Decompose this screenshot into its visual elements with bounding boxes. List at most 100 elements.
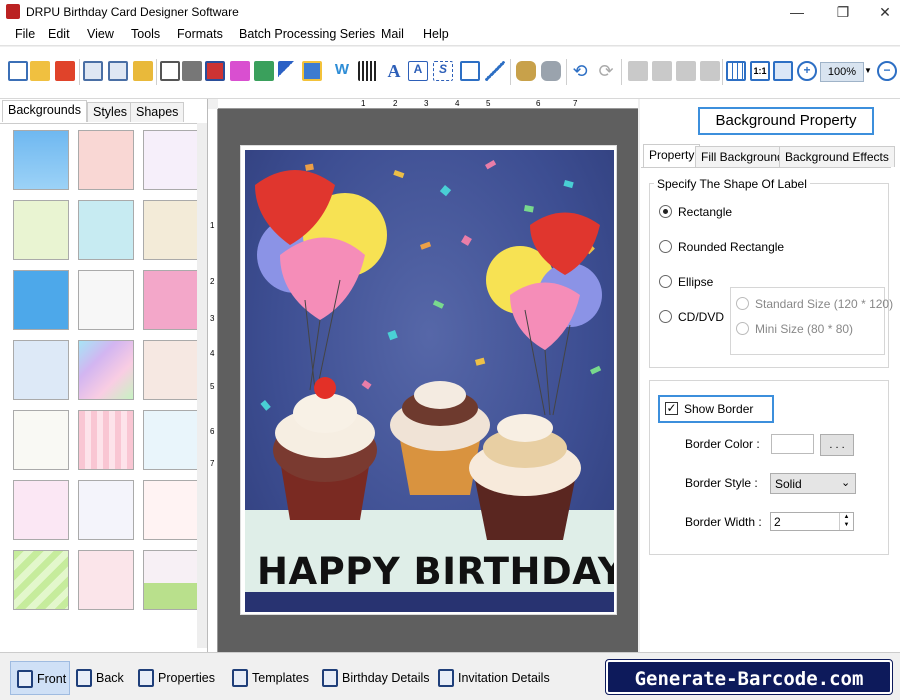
copy-icon[interactable] (652, 61, 672, 81)
templates-button[interactable]: Templates (226, 661, 310, 695)
menu-batch-processing[interactable]: Batch Processing Series (239, 27, 375, 41)
properties-button[interactable]: Properties (132, 661, 220, 695)
symbol-icon[interactable]: S (433, 61, 453, 81)
menu-mail[interactable]: Mail (381, 27, 404, 41)
thumbnail-pink-flowers[interactable] (143, 270, 199, 330)
birthday-details-button[interactable]: Birthday Details (316, 661, 430, 695)
line-icon[interactable] (485, 61, 505, 81)
thumbnail-happy-birthday[interactable] (13, 410, 69, 470)
tab-fill-background[interactable]: Fill Background (695, 146, 790, 167)
thumbnail-scrollbar[interactable] (197, 123, 207, 648)
radio-cd-dvd-label: CD/DVD (678, 310, 725, 324)
zoom-select[interactable]: 100% (820, 62, 864, 82)
gift-icon[interactable] (230, 61, 250, 81)
thumbnail-hearts[interactable] (13, 480, 69, 540)
thumbnail-green-stripes[interactable] (13, 550, 69, 610)
menu-file[interactable]: File (15, 27, 35, 41)
border-width-stepper[interactable]: 2 ▲ ▼ (770, 512, 854, 531)
insert-image-icon[interactable] (254, 61, 274, 81)
radio-rectangle[interactable] (659, 205, 672, 218)
radio-rounded-rectangle-label: Rounded Rectangle (678, 240, 785, 254)
thumbnail-flowers[interactable] (13, 200, 69, 260)
thumbnail-bear[interactable] (143, 340, 199, 400)
thumbnail-red-hearts[interactable] (143, 480, 199, 540)
delete-icon[interactable] (700, 61, 720, 81)
actual-size-icon[interactable]: 1:1 (750, 61, 770, 81)
tab-styles[interactable]: Styles (87, 102, 134, 122)
thumbnail-cakes[interactable] (78, 550, 134, 610)
close-button[interactable]: ✕ (862, 0, 900, 24)
new-icon[interactable] (8, 61, 28, 81)
tab-property[interactable]: Property (643, 144, 701, 167)
barcode-icon[interactable] (358, 61, 378, 81)
radio-cd-dvd[interactable] (659, 310, 672, 323)
front-button[interactable]: Front (10, 661, 70, 695)
menu-view[interactable]: View (87, 27, 114, 41)
cut-icon[interactable] (628, 61, 648, 81)
border-color-swatch[interactable] (771, 434, 814, 454)
balloons-right (486, 212, 602, 416)
radio-mini-size[interactable] (736, 322, 749, 335)
thumbnail-party-balloons[interactable] (143, 410, 199, 470)
thumbnail-confetti-lawn[interactable] (143, 550, 199, 610)
thumbnail-bird-balloons[interactable] (143, 200, 199, 260)
fit-to-window-icon[interactable] (773, 61, 793, 81)
thumbnail-pink-stripes[interactable] (78, 410, 134, 470)
menu-tools[interactable]: Tools (131, 27, 160, 41)
menu-help[interactable]: Help (423, 27, 449, 41)
paste-icon[interactable] (676, 61, 696, 81)
export-icon[interactable] (133, 61, 153, 81)
print-preview-icon[interactable] (160, 61, 180, 81)
print-icon[interactable] (182, 61, 202, 81)
save-icon[interactable] (83, 61, 103, 81)
thumbnail-rainbow[interactable] (78, 340, 134, 400)
radio-rounded-rectangle[interactable] (659, 240, 672, 253)
invitation-details-button[interactable]: Invitation Details (432, 661, 554, 695)
tab-backgrounds[interactable]: Backgrounds (2, 100, 87, 122)
chevron-down-icon[interactable]: ▼ (864, 66, 872, 75)
thumbnail-stars[interactable] (13, 270, 69, 330)
front-page-icon (17, 670, 33, 688)
minimize-button[interactable]: — (774, 0, 820, 24)
text-box-icon[interactable]: A (408, 61, 428, 81)
undo-icon[interactable]: ⟲ (570, 61, 590, 81)
thumbnail-bubbles[interactable] (13, 340, 69, 400)
radio-standard-size[interactable] (736, 297, 749, 310)
grid-icon[interactable] (726, 61, 746, 81)
card-greeting[interactable]: HAPPY BIRTHDAY (257, 550, 614, 593)
email-icon[interactable] (460, 61, 480, 81)
watermark-icon[interactable]: W (332, 61, 352, 81)
thumbnail-balloon-strings[interactable] (78, 480, 134, 540)
radio-ellipse[interactable] (659, 275, 672, 288)
back-button[interactable]: Back (70, 661, 128, 695)
birthday-card[interactable]: HAPPY BIRTHDAY (240, 145, 617, 615)
database-icon[interactable] (516, 61, 536, 81)
tab-shapes[interactable]: Shapes (130, 102, 185, 122)
pencil-icon[interactable] (278, 61, 298, 81)
layers-icon[interactable] (205, 61, 225, 81)
radio-mini-size-label: Mini Size (80 * 80) (755, 322, 854, 336)
menu-edit[interactable]: Edit (48, 27, 70, 41)
zoom-in-icon[interactable]: + (797, 61, 817, 81)
menu-formats[interactable]: Formats (177, 27, 223, 41)
maximize-button[interactable]: ❐ (820, 0, 866, 24)
zoom-out-icon[interactable]: − (877, 61, 897, 81)
border-color-button[interactable]: . . . (820, 434, 854, 456)
text-icon[interactable]: A (384, 61, 404, 81)
close-file-icon[interactable] (55, 61, 75, 81)
thumbnail-bunnies[interactable] (78, 200, 134, 260)
thumbnail-balloons[interactable] (78, 270, 134, 330)
show-border-checkbox[interactable]: ✓ (665, 402, 678, 415)
thumbnail-clouds[interactable] (13, 130, 69, 190)
stepper-arrows-icon[interactable]: ▲ ▼ (839, 513, 853, 530)
save-as-icon[interactable] (108, 61, 128, 81)
tab-background-effects[interactable]: Background Effects (779, 146, 895, 167)
vertical-ruler: 1 2 3 4 5 6 7 (208, 109, 218, 652)
thumbnail-pink-pattern[interactable] (78, 130, 134, 190)
thumbnail-butterflies[interactable] (143, 130, 199, 190)
border-style-select[interactable]: Solid ⌄ (770, 473, 856, 494)
redo-icon[interactable]: ⟳ (596, 61, 616, 81)
database-list-icon[interactable] (541, 61, 561, 81)
open-icon[interactable] (30, 61, 50, 81)
picture-icon[interactable] (302, 61, 322, 81)
